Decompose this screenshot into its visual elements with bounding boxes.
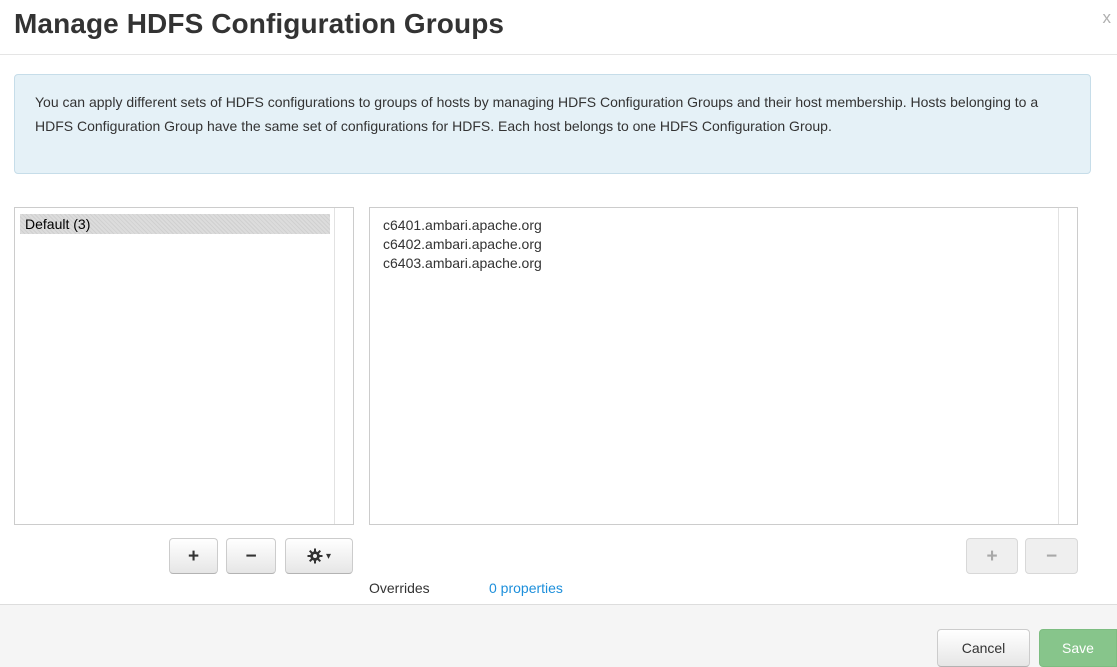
config-group-list[interactable]: Default (3) xyxy=(14,207,354,525)
overrides-properties-link[interactable]: 0 properties xyxy=(489,580,563,596)
add-group-button[interactable]: + xyxy=(169,538,218,574)
close-icon[interactable]: x xyxy=(1103,8,1112,28)
host-list-item[interactable]: c6402.ambari.apache.org xyxy=(383,235,1077,254)
save-button[interactable]: Save xyxy=(1039,629,1117,667)
gear-icon xyxy=(307,548,323,564)
remove-host-button[interactable]: − xyxy=(1025,538,1078,574)
overrides-label: Overrides xyxy=(369,580,430,596)
dialog-title: Manage HDFS Configuration Groups xyxy=(14,8,505,39)
manage-config-groups-dialog: Manage HDFS Configuration Groups x You c… xyxy=(0,0,1117,667)
host-list-item[interactable]: c6403.ambari.apache.org xyxy=(383,254,1077,273)
plus-icon: + xyxy=(187,545,200,567)
chevron-down-icon: ▾ xyxy=(325,550,332,562)
remove-group-button[interactable]: − xyxy=(226,538,276,574)
dialog-header: Manage HDFS Configuration Groups x xyxy=(0,0,1117,55)
info-alert: You can apply different sets of HDFS con… xyxy=(14,74,1091,174)
add-host-button[interactable]: + xyxy=(966,538,1018,574)
plus-icon: + xyxy=(986,545,998,567)
host-list-scrollbar[interactable] xyxy=(1058,208,1077,524)
minus-icon: − xyxy=(245,545,257,567)
dialog-footer: Cancel Save xyxy=(0,604,1117,667)
minus-icon: − xyxy=(1045,545,1058,567)
config-group-item-default[interactable]: Default (3) xyxy=(20,214,330,234)
host-list-item[interactable]: c6401.ambari.apache.org xyxy=(383,216,1077,235)
host-list[interactable]: c6401.ambari.apache.org c6402.ambari.apa… xyxy=(369,207,1078,525)
group-list-scrollbar[interactable] xyxy=(334,208,353,524)
cancel-button[interactable]: Cancel xyxy=(937,629,1030,667)
group-settings-button[interactable]: ▾ xyxy=(285,538,353,574)
